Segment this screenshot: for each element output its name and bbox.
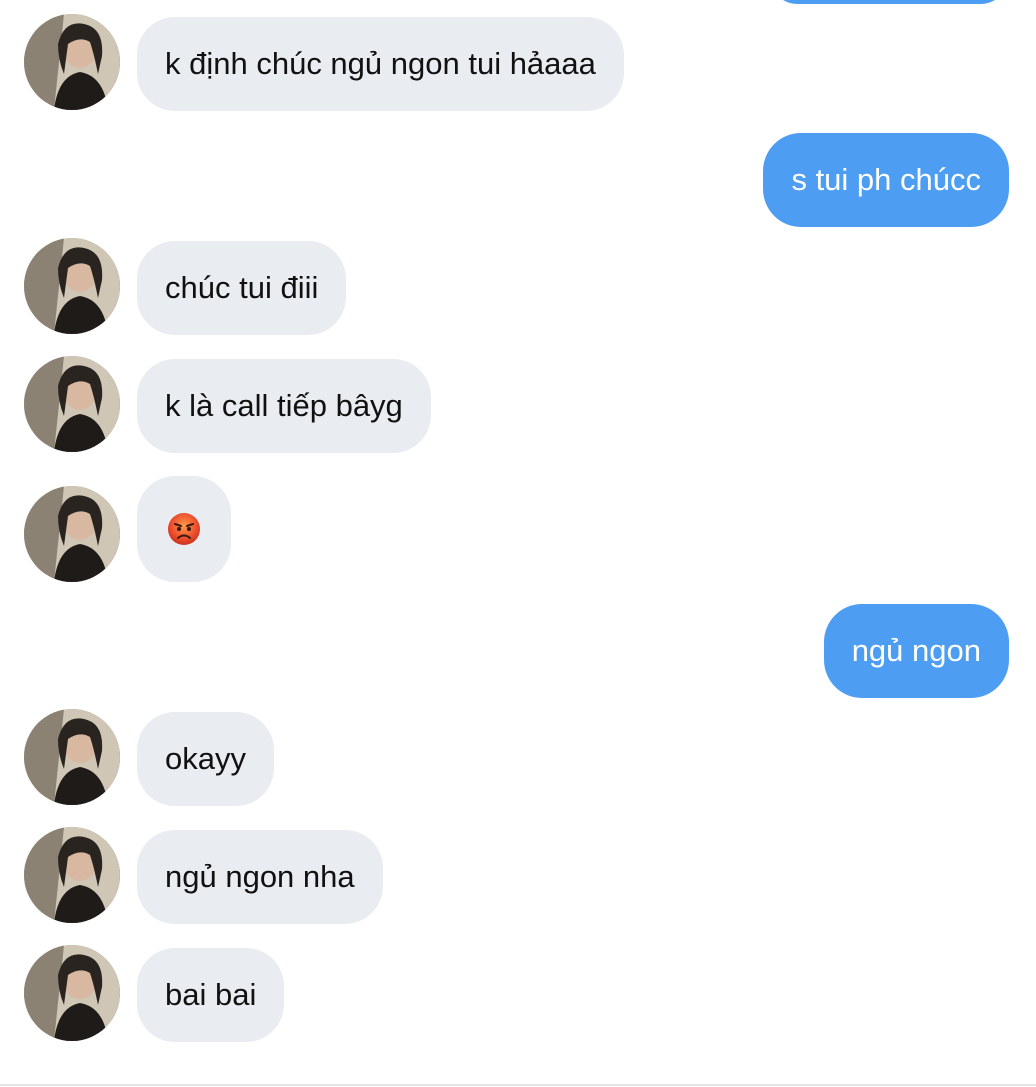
outgoing-message[interactable]: s tui ph chúcc — [763, 133, 1009, 227]
message-text: ngủ ngon — [851, 633, 981, 668]
outgoing-message[interactable]: ngủ ngon — [823, 604, 1009, 698]
avatar-photo-icon — [24, 356, 120, 452]
pouting-face-emoji-icon — [168, 513, 200, 545]
avatar-photo-icon — [24, 238, 120, 334]
incoming-message[interactable]: bai bai — [137, 948, 285, 1042]
avatar-photo-icon — [24, 14, 120, 110]
contact-avatar[interactable] — [24, 945, 120, 1041]
contact-avatar[interactable] — [24, 14, 120, 110]
message-text: ngủ ngon nha — [165, 859, 355, 894]
incoming-message[interactable]: ngủ ngon nha — [137, 830, 383, 924]
message-text: k là call tiếp bâyg — [165, 388, 403, 423]
message-text: bai bai — [165, 977, 257, 1012]
contact-avatar[interactable] — [24, 709, 120, 805]
message-text: k định chúc ngủ ngon tui hảaaa — [165, 46, 596, 81]
contact-avatar[interactable] — [24, 827, 120, 923]
incoming-message[interactable] — [137, 476, 231, 582]
message-text: s tui ph chúcc — [791, 162, 981, 197]
incoming-message[interactable]: k là call tiếp bâyg — [137, 359, 431, 453]
avatar-photo-icon — [24, 945, 120, 1041]
avatar-photo-icon — [24, 827, 120, 923]
contact-avatar[interactable] — [24, 356, 120, 452]
incoming-message[interactable]: k định chúc ngủ ngon tui hảaaa — [137, 17, 624, 111]
outgoing-bubble-partial[interactable] — [768, 0, 1010, 4]
composer-divider — [0, 1084, 1036, 1086]
incoming-message[interactable]: chúc tui điii — [137, 241, 347, 335]
avatar-photo-icon — [24, 486, 120, 582]
avatar-photo-icon — [24, 709, 120, 805]
message-text: chúc tui điii — [165, 270, 319, 305]
message-text: okayy — [165, 741, 246, 776]
contact-avatar[interactable] — [24, 238, 120, 334]
incoming-message[interactable]: okayy — [137, 712, 274, 806]
contact-avatar[interactable] — [24, 486, 120, 582]
